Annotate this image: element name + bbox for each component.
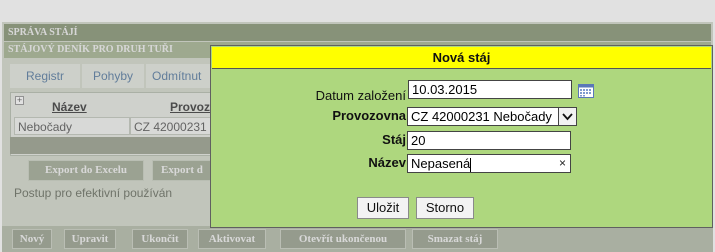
nazev-value: Nepasená xyxy=(411,156,471,171)
clear-icon[interactable]: × xyxy=(559,155,566,172)
dialog-title: Nová stáj xyxy=(212,47,711,69)
cancel-button[interactable]: Storno xyxy=(416,197,474,219)
datum-input[interactable]: 10.03.2015 xyxy=(408,80,572,99)
save-button[interactable]: Uložit xyxy=(357,197,409,219)
text-caret xyxy=(470,157,472,172)
new-stable-dialog: Nová stáj Datum založení 10.03.2015 Prov… xyxy=(210,45,713,228)
provozovna-label: Provozovna xyxy=(332,108,406,123)
provozovna-value: CZ 42000231 Nebočady xyxy=(411,109,552,124)
staj-label: Stáj xyxy=(382,132,406,147)
nazev-label: Název xyxy=(368,155,406,170)
staj-value: 20 xyxy=(411,133,426,148)
staj-input[interactable]: 20 xyxy=(407,131,571,150)
calendar-icon[interactable] xyxy=(578,83,594,98)
provozovna-select[interactable]: CZ 42000231 Nebočady xyxy=(407,107,577,126)
nazev-input[interactable]: Nepasená × xyxy=(407,154,571,173)
chevron-down-icon[interactable] xyxy=(558,108,576,125)
datum-label: Datum založení xyxy=(315,88,406,103)
datum-value: 10.03.2015 xyxy=(412,82,478,97)
